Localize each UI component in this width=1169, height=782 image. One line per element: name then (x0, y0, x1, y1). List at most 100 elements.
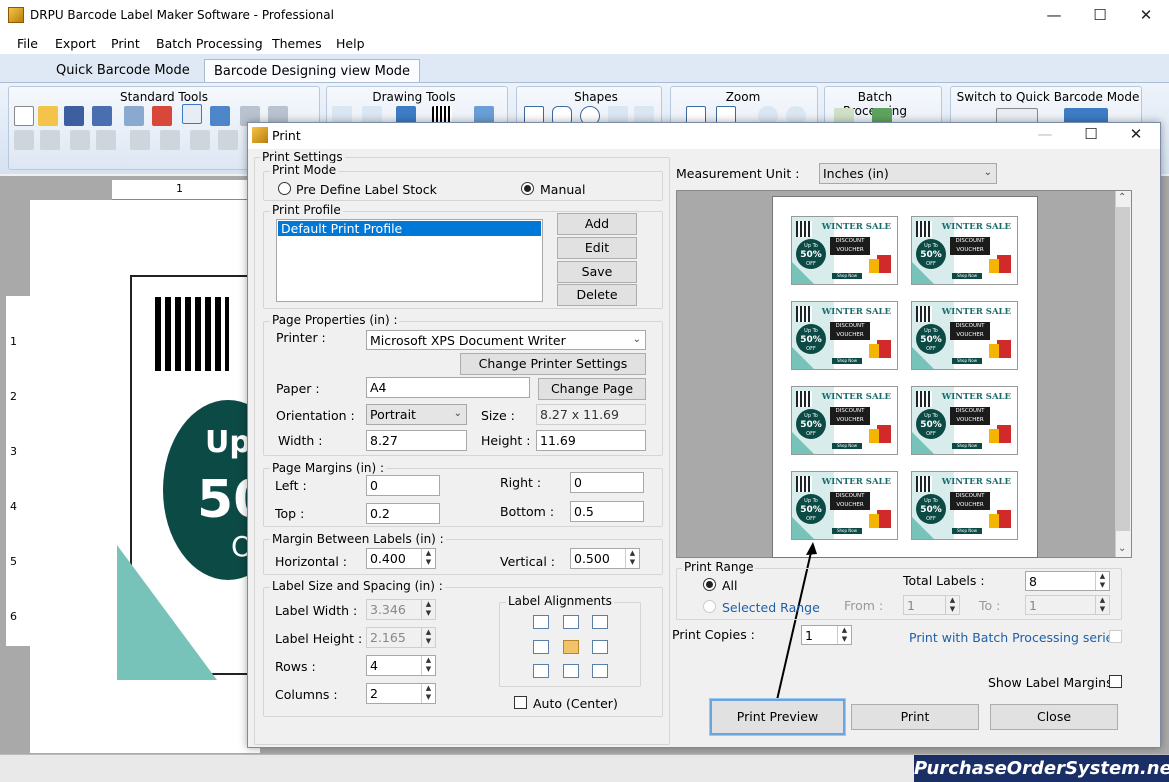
menu-help[interactable]: Help (336, 36, 365, 51)
edit-profile-button[interactable]: Edit (557, 237, 637, 259)
horizontal-margin-stepper[interactable]: 0.400 ▲ ▼ (366, 548, 436, 569)
total-labels-stepper[interactable]: 8 ▲ ▼ (1025, 571, 1110, 591)
rows-label: Rows : (275, 659, 316, 674)
save-profile-button[interactable]: Save (557, 261, 637, 283)
page-height-field[interactable]: 11.69 (536, 430, 646, 451)
page-width-field[interactable]: 8.27 (366, 430, 467, 451)
to-label: To : (979, 598, 1001, 613)
align-bottom-center-icon[interactable] (563, 664, 579, 678)
print-setup-icon[interactable] (218, 130, 238, 150)
right-margin-field[interactable]: 0 (570, 472, 644, 493)
dialog-maximize-icon[interactable]: ☐ (1068, 122, 1114, 148)
minimize-icon[interactable]: — (1031, 0, 1077, 32)
delete-icon[interactable] (70, 130, 90, 150)
align-icon[interactable] (130, 130, 150, 150)
unlock-icon[interactable] (190, 130, 210, 150)
spin-arrows-icon[interactable]: ▲ ▼ (625, 549, 639, 568)
range-selected-radio[interactable] (703, 600, 716, 613)
close-button[interactable]: Close (990, 704, 1118, 730)
shopping-bag-icon (869, 514, 879, 528)
menu-print[interactable]: Print (111, 36, 140, 51)
thumb-sale-text: WINTER SALE (821, 477, 891, 487)
shopping-bag-icon (869, 344, 879, 358)
thumb-voucher-text: VOUCHER (836, 502, 864, 508)
thumb-upto-text: Up To (804, 243, 818, 249)
close-window-icon[interactable]: ✕ (1123, 0, 1169, 32)
spin-arrows-icon[interactable]: ▲ ▼ (1095, 572, 1109, 590)
printer-label: Printer : (276, 330, 326, 345)
paste-icon[interactable] (40, 130, 60, 150)
align-bottom-right-icon[interactable] (592, 664, 608, 678)
align-top-center-icon[interactable] (563, 615, 579, 629)
print-button[interactable]: Print (851, 704, 979, 730)
thumb-off-text: OFF (806, 431, 816, 437)
add-profile-button[interactable]: Add (557, 213, 637, 235)
rows-stepper[interactable]: 4 ▲ ▼ (366, 655, 436, 676)
thumb-shop-text: Shop Now (832, 273, 862, 279)
menu-themes[interactable]: Themes (272, 36, 322, 51)
thumb-discount-badge: Up To 50% OFF (916, 239, 946, 269)
bottom-margin-field[interactable]: 0.5 (570, 501, 644, 522)
qr-code-icon (916, 221, 932, 237)
show-label-margins-checkbox[interactable] (1109, 675, 1122, 688)
spin-arrows-icon: ▲ ▼ (421, 600, 435, 619)
pdf-icon[interactable] (152, 106, 172, 126)
change-page-button[interactable]: Change Page (538, 378, 646, 400)
print-preview-button[interactable]: Print Preview (709, 698, 846, 736)
save-as-icon[interactable] (92, 106, 112, 126)
paper-field[interactable]: A4 (366, 377, 530, 398)
export-icon[interactable] (124, 106, 144, 126)
copy-icon[interactable] (14, 130, 34, 150)
duplicate-icon[interactable] (96, 130, 116, 150)
align-middle-center-icon[interactable] (563, 640, 579, 654)
thumb-upto-text: Up To (924, 413, 938, 419)
predefine-stock-radio[interactable] (278, 182, 291, 195)
new-file-icon[interactable] (14, 106, 34, 126)
orientation-select[interactable]: Portrait ⌄ (366, 404, 467, 425)
align-top-left-icon[interactable] (533, 615, 549, 629)
grid-icon[interactable] (210, 106, 230, 126)
thumb-discount-text: DISCOUNT (955, 238, 985, 244)
spin-arrows-icon[interactable]: ▲ ▼ (421, 549, 435, 568)
menu-export[interactable]: Export (55, 36, 96, 51)
tab-quick-barcode-mode[interactable]: Quick Barcode Mode (47, 59, 199, 82)
lock-icon[interactable] (160, 130, 180, 150)
measurement-unit-select[interactable]: Inches (in) ⌄ (819, 163, 997, 184)
vertical-margin-stepper[interactable]: 0.500 ▲ ▼ (570, 548, 640, 569)
open-folder-icon[interactable] (38, 106, 58, 126)
profile-list-item[interactable]: Default Print Profile (278, 221, 541, 236)
menu-batch-processing[interactable]: Batch Processing (156, 36, 263, 51)
auto-center-checkbox[interactable] (514, 696, 527, 709)
columns-stepper[interactable]: 2 ▲ ▼ (366, 683, 436, 704)
manual-radio[interactable] (521, 182, 534, 195)
scroll-down-icon[interactable]: ⌄ (1118, 543, 1126, 554)
print-copies-stepper[interactable]: 1 ▲ ▼ (801, 625, 852, 645)
thumb-discount-text: DISCOUNT (835, 408, 865, 414)
print-icon[interactable] (182, 104, 202, 124)
spin-arrows-icon[interactable]: ▲ ▼ (421, 684, 435, 703)
delete-profile-button[interactable]: Delete (557, 284, 637, 306)
scroll-up-icon[interactable]: ⌃ (1118, 192, 1126, 203)
save-icon[interactable] (64, 106, 84, 126)
align-top-right-icon[interactable] (592, 615, 608, 629)
tab-barcode-designing-mode[interactable]: Barcode Designing view Mode (204, 59, 421, 82)
align-middle-left-icon[interactable] (533, 640, 549, 654)
scrollbar-thumb[interactable] (1116, 207, 1130, 531)
dialog-close-icon[interactable]: ✕ (1113, 122, 1159, 148)
spin-arrows-icon[interactable]: ▲ ▼ (421, 656, 435, 675)
maximize-icon[interactable]: ☐ (1077, 0, 1123, 32)
label-height-value: 2.165 (370, 630, 406, 645)
left-margin-field[interactable]: 0 (366, 475, 440, 496)
printer-select[interactable]: Microsoft XPS Document Writer ⌄ (366, 330, 646, 350)
menu-file[interactable]: File (17, 36, 38, 51)
top-margin-label: Top : (275, 506, 305, 521)
change-printer-settings-button[interactable]: Change Printer Settings (460, 353, 646, 375)
vertical-label: Vertical : (500, 554, 555, 569)
label-design[interactable]: Up 50 O (117, 265, 293, 680)
align-middle-right-icon[interactable] (592, 640, 608, 654)
align-bottom-left-icon[interactable] (533, 664, 549, 678)
range-all-radio[interactable] (703, 578, 716, 591)
spin-arrows-icon[interactable]: ▲ ▼ (837, 626, 851, 644)
top-margin-field[interactable]: 0.2 (366, 503, 440, 524)
thumb-discount-text: DISCOUNT (835, 323, 865, 329)
